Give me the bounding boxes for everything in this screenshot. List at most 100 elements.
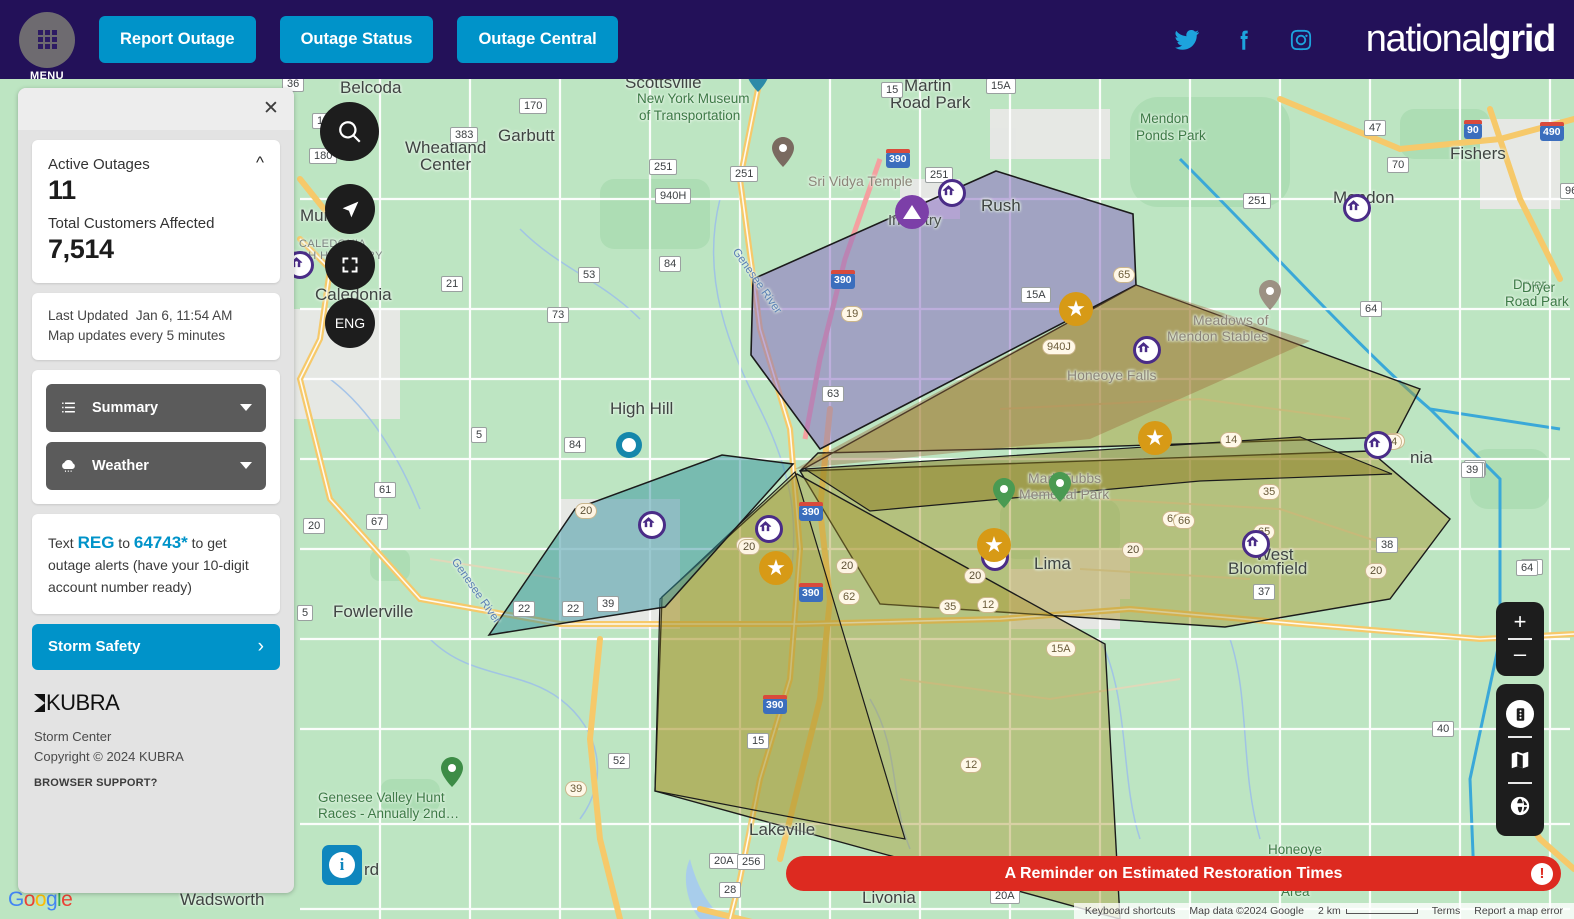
road-shield: 5	[471, 427, 488, 443]
outage-marker-west-bloomfield[interactable]	[1242, 530, 1270, 558]
storm-safety-button[interactable]: Storm Safety ›	[32, 623, 280, 670]
scale-bar: 2 km	[1311, 905, 1425, 917]
report-map-error-link[interactable]: Report a map error	[1467, 905, 1570, 917]
outage-central-button[interactable]: Outage Central	[457, 16, 618, 63]
road-shield: 19	[841, 306, 864, 322]
weather-dropdown[interactable]: Weather	[46, 441, 266, 490]
outage-status-button[interactable]: Outage Status	[279, 16, 434, 63]
crew-star-lima[interactable]: ★	[977, 528, 1011, 562]
road-shield: 940H	[655, 188, 692, 204]
menu-button[interactable]: MENU	[19, 11, 75, 82]
road-shield: 84	[564, 437, 587, 453]
restoration-times-banner[interactable]: A Reminder on Estimated Restoration Time…	[786, 856, 1561, 891]
outage-marker-390[interactable]	[755, 515, 783, 543]
keyboard-shortcuts-link[interactable]: Keyboard shortcuts	[1078, 905, 1182, 917]
search-icon[interactable]	[320, 102, 379, 161]
active-outages-label: Active Outages	[48, 156, 150, 173]
outage-summary-panel: ✕ Active Outages ^ 11 Total Customers Af…	[18, 88, 294, 893]
road-shield: 96	[1560, 183, 1574, 199]
road-shield: 65	[1113, 267, 1136, 283]
crew-star-ionia[interactable]: ★	[1138, 421, 1172, 455]
text-alerts-message: Text REG to 64743* to get outage alerts …	[48, 530, 264, 598]
poi-pin-temple[interactable]	[772, 137, 794, 167]
instagram-icon[interactable]	[1288, 27, 1314, 53]
active-outages-card: Active Outages ^ 11 Total Customers Affe…	[32, 140, 280, 283]
facebook-icon[interactable]	[1231, 27, 1257, 53]
road-shield: 64	[1360, 301, 1383, 317]
poi-pin-museum[interactable]	[747, 79, 769, 92]
panel-footer: Storm Center Copyright © 2024 KUBRA	[34, 727, 294, 767]
menu-label: MENU	[30, 69, 64, 82]
road-shield: 67	[366, 514, 389, 530]
navigate-icon[interactable]	[325, 184, 375, 234]
road-shield: 170	[519, 98, 548, 114]
crew-star-390[interactable]: ★	[759, 551, 793, 585]
road-shield: 20	[1365, 563, 1388, 579]
road-shield: 390	[799, 583, 823, 602]
browser-support-link[interactable]: BROWSER SUPPORT?	[34, 777, 294, 789]
terms-link[interactable]: Terms	[1425, 905, 1468, 917]
road-shield: 12	[960, 757, 983, 773]
text-alert-mid: to	[114, 534, 134, 551]
road-shield: 61	[374, 482, 397, 498]
globe-icon[interactable]	[1496, 784, 1544, 828]
cloud-rain-icon	[60, 457, 82, 474]
road-shield: 14	[1220, 432, 1243, 448]
fullscreen-icon[interactable]	[325, 240, 375, 290]
road-shield: 62	[838, 589, 861, 605]
summary-label: Summary	[92, 399, 159, 416]
report-outage-button[interactable]: Report Outage	[99, 16, 256, 63]
zoom-out-button[interactable]: –	[1496, 640, 1544, 670]
info-icon: i	[329, 852, 355, 878]
road-shield: 5	[297, 605, 314, 621]
current-location-dot	[616, 432, 642, 458]
map-data-text: Map data ©2024 Google	[1189, 905, 1304, 917]
road-shield: 39	[1461, 462, 1484, 478]
close-icon[interactable]: ✕	[261, 99, 281, 119]
road-shield: 256	[737, 854, 766, 870]
outage-marker-ionia[interactable]	[1364, 431, 1392, 459]
road-shield: 20A	[709, 853, 739, 869]
map-layers-icon[interactable]	[1496, 738, 1544, 782]
text-alert-keyword: REG	[77, 532, 115, 552]
traffic-icon[interactable]	[1496, 692, 1544, 736]
outage-marker-mendon[interactable]	[1343, 194, 1371, 222]
crew-star-mendon-stables[interactable]: ★	[1059, 292, 1093, 326]
poi-pin-lima-park[interactable]	[993, 478, 1015, 508]
poi-pin-hunt-races[interactable]	[441, 757, 463, 787]
road-shield: 38	[1376, 537, 1399, 553]
brand-light: national	[1365, 18, 1490, 60]
storm-safety-label: Storm Safety	[48, 638, 141, 656]
road-shield: 20	[1122, 542, 1145, 558]
outage-marker-avon[interactable]	[638, 511, 666, 539]
zoom-in-button[interactable]: +	[1496, 608, 1544, 638]
outage-marker-rush[interactable]	[938, 179, 966, 207]
chevron-down-icon	[240, 462, 252, 469]
layer-divider-2	[1508, 782, 1532, 784]
road-shield: 251	[1243, 193, 1272, 209]
scale-label: 2 km	[1317, 905, 1341, 917]
chevron-up-icon[interactable]: ^	[256, 154, 264, 171]
road-shield: 20	[738, 539, 761, 555]
poi-pin-stables[interactable]	[1259, 280, 1281, 310]
language-button[interactable]: ENG	[325, 298, 375, 348]
kubra-mark-icon	[34, 693, 45, 712]
summary-dropdown[interactable]: Summary	[46, 383, 266, 432]
road-shield: 20	[836, 558, 859, 574]
layer-divider	[1508, 736, 1532, 738]
info-button[interactable]: i	[322, 845, 362, 885]
poi-pin-park[interactable]	[1049, 472, 1071, 502]
twitter-icon[interactable]	[1174, 27, 1200, 53]
chevron-down-icon	[240, 404, 252, 411]
road-shield: 52	[608, 753, 631, 769]
last-updated-value: Jan 6, 11:54 AM	[135, 308, 233, 323]
road-shield: 20	[964, 568, 987, 584]
alert-exclamation-icon: !	[1531, 862, 1553, 885]
grid-icon	[37, 30, 57, 49]
road-shield: 15A	[986, 79, 1016, 94]
road-shield: 251	[730, 166, 759, 182]
social-links	[1174, 27, 1314, 53]
brand-bold: grid	[1488, 18, 1556, 60]
outage-marker-honeoye-falls[interactable]	[1133, 336, 1161, 364]
crew-truck-industry[interactable]	[895, 195, 929, 229]
